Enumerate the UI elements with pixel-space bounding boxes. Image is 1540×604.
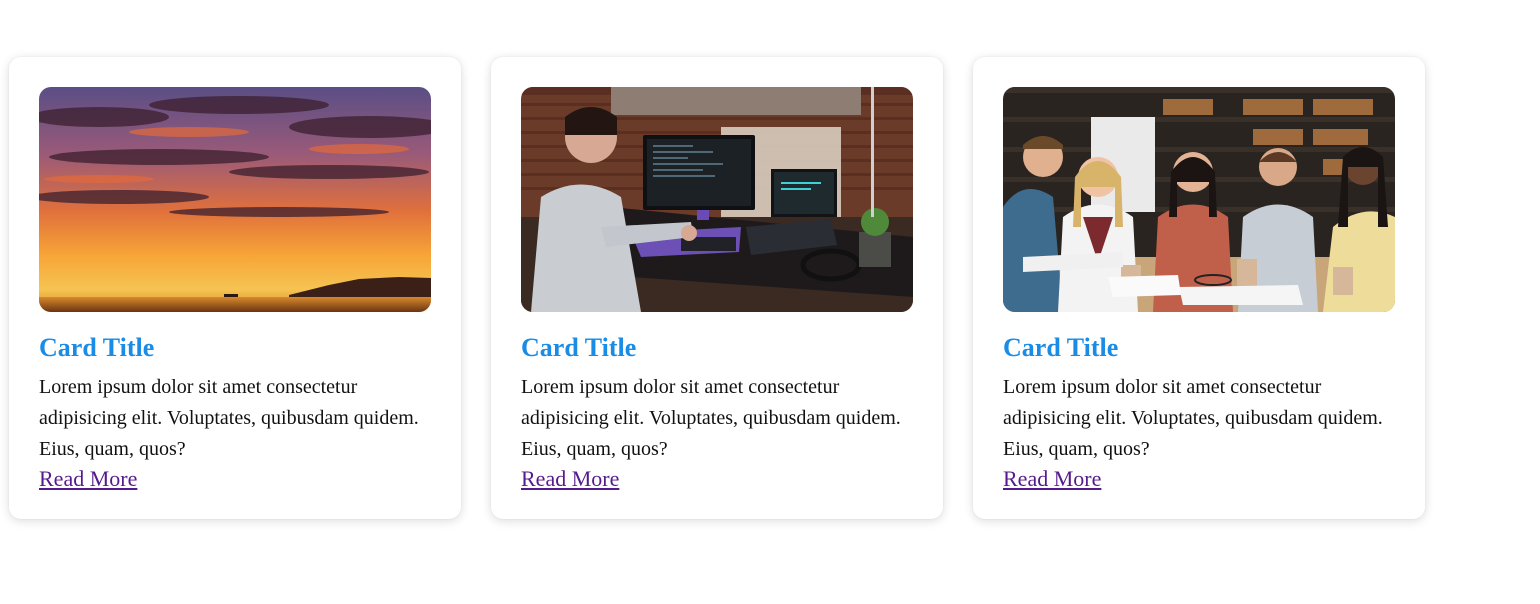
- read-more-link[interactable]: Read More: [1003, 465, 1101, 493]
- card: Card Title Lorem ipsum dolor sit amet co…: [9, 57, 461, 519]
- read-more-link[interactable]: Read More: [521, 465, 619, 493]
- card: Card Title Lorem ipsum dolor sit amet co…: [491, 57, 943, 519]
- card-title: Card Title: [39, 333, 155, 362]
- card-title: Card Title: [1003, 333, 1119, 362]
- card-title: Card Title: [521, 333, 637, 362]
- cards-row: Card Title Lorem ipsum dolor sit amet co…: [9, 57, 1425, 519]
- card-image-students: [1003, 87, 1395, 312]
- card-text: Lorem ipsum dolor sit amet consectetur a…: [1003, 376, 1383, 460]
- card-text: Lorem ipsum dolor sit amet consectetur a…: [39, 376, 419, 460]
- card: Card Title Lorem ipsum dolor sit amet co…: [973, 57, 1425, 519]
- card-image-developer: [521, 87, 913, 312]
- card-text: Lorem ipsum dolor sit amet consectetur a…: [521, 376, 901, 460]
- card-image-sunset: [39, 87, 431, 312]
- read-more-link[interactable]: Read More: [39, 465, 137, 493]
